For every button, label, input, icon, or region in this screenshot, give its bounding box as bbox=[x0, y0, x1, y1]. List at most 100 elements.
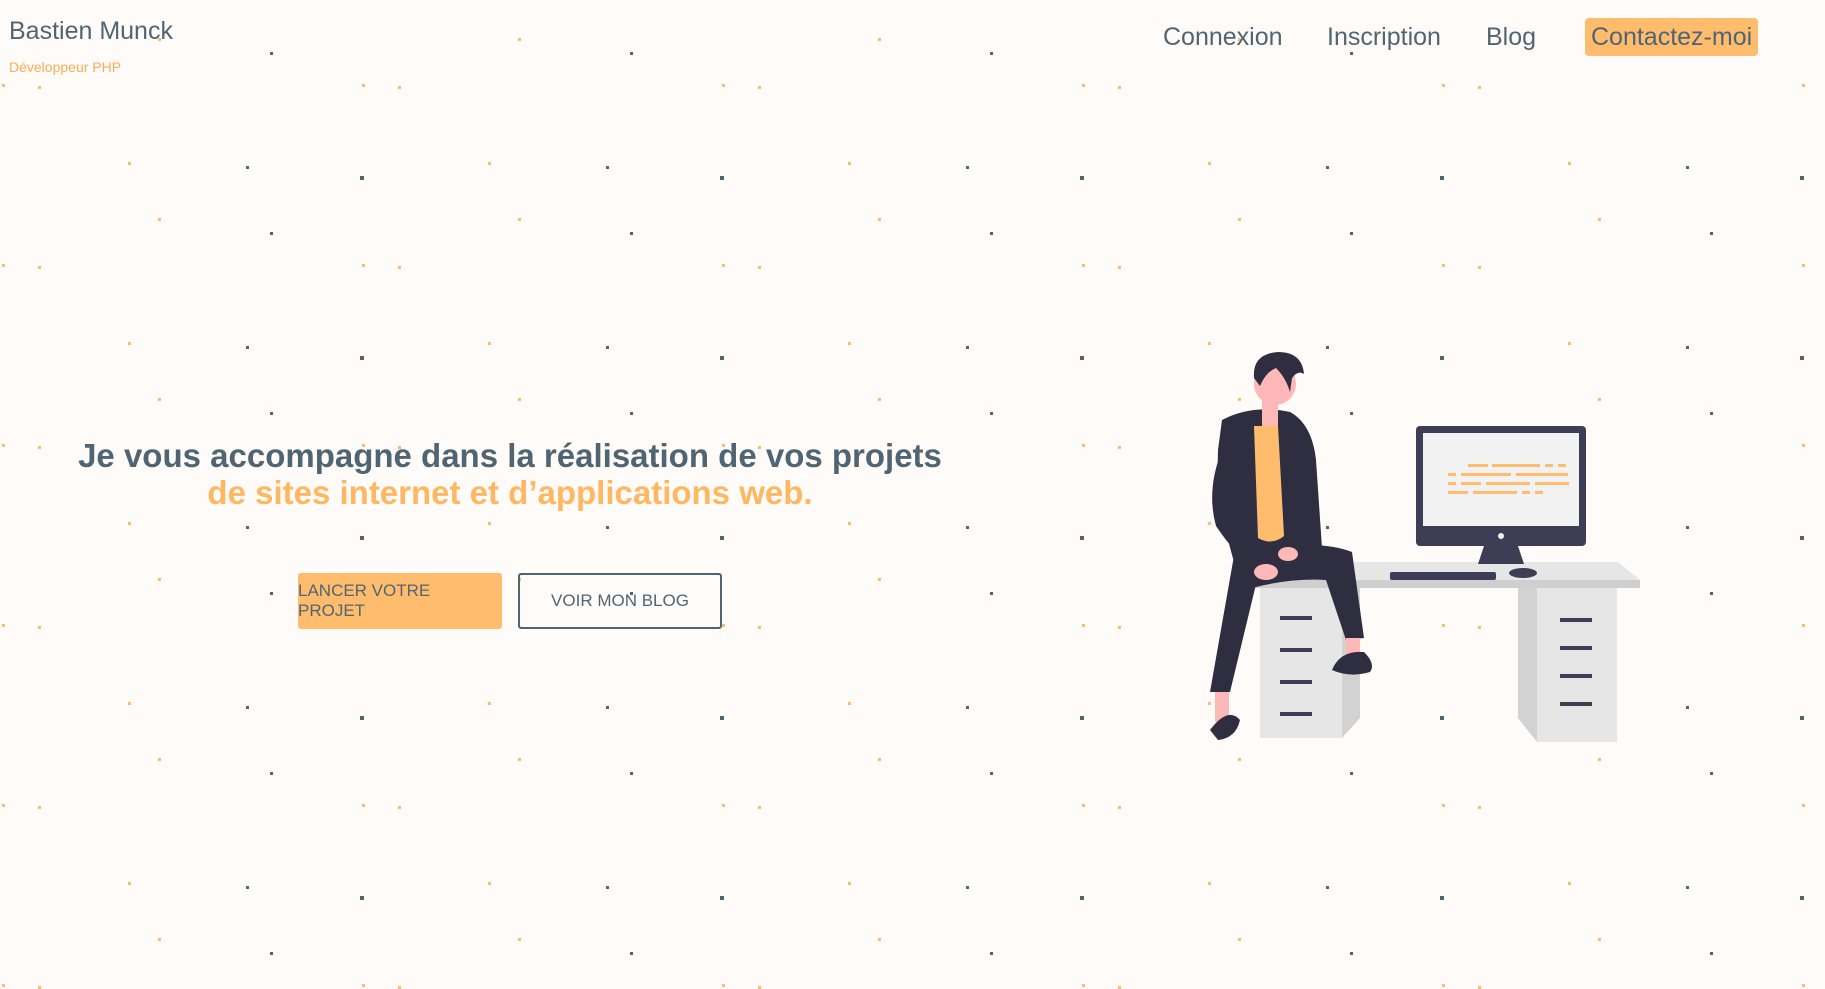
pattern-dot bbox=[360, 896, 364, 900]
pattern-dot bbox=[630, 412, 633, 415]
pattern-dot bbox=[246, 346, 249, 349]
pattern-dot bbox=[1802, 444, 1805, 447]
hero-headline: Je vous accompagne dans la réalisation d… bbox=[60, 437, 960, 511]
pattern-dot bbox=[246, 526, 249, 529]
nav-link-connexion[interactable]: Connexion bbox=[1163, 18, 1283, 56]
pattern-dot bbox=[1238, 938, 1241, 941]
pattern-dot bbox=[990, 412, 993, 415]
pattern-dot bbox=[1080, 356, 1084, 360]
nav-link-blog[interactable]: Blog bbox=[1486, 18, 1536, 56]
pattern-dot bbox=[630, 952, 633, 955]
pattern-dot bbox=[606, 886, 609, 889]
pattern-dot bbox=[246, 886, 249, 889]
pattern-dot bbox=[758, 266, 761, 269]
pattern-dot bbox=[722, 84, 725, 87]
pattern-dot bbox=[128, 342, 131, 345]
pattern-dot bbox=[1800, 356, 1804, 360]
pattern-dot bbox=[1686, 346, 1689, 349]
pattern-dot bbox=[1800, 716, 1804, 720]
pattern-dot bbox=[1568, 162, 1571, 165]
pattern-dot bbox=[38, 806, 41, 809]
pattern-dot bbox=[1080, 896, 1084, 900]
pattern-dot bbox=[878, 938, 881, 941]
pattern-dot bbox=[398, 266, 401, 269]
pattern-dot bbox=[878, 578, 881, 581]
pattern-dot bbox=[1478, 266, 1481, 269]
pattern-dot bbox=[1082, 444, 1085, 447]
pattern-dot bbox=[848, 702, 851, 705]
pattern-dot bbox=[720, 356, 724, 360]
pattern-dot bbox=[606, 526, 609, 529]
developer-desk-illustration bbox=[1210, 352, 1640, 742]
pattern-dot bbox=[398, 806, 401, 809]
pattern-dot bbox=[848, 342, 851, 345]
pattern-dot bbox=[270, 772, 273, 775]
pattern-dot bbox=[1350, 952, 1353, 955]
pattern-dot bbox=[1082, 84, 1085, 87]
pattern-dot bbox=[1442, 264, 1445, 267]
pattern-dot bbox=[1442, 84, 1445, 87]
pattern-dot bbox=[758, 86, 761, 89]
nav-link-inscription[interactable]: Inscription bbox=[1327, 18, 1441, 56]
pattern-dot bbox=[518, 758, 521, 761]
pattern-dot bbox=[1080, 176, 1084, 180]
hero-headline-main: Je vous accompagne dans la réalisation d… bbox=[78, 437, 942, 474]
pattern-dot bbox=[488, 702, 491, 705]
pattern-dot bbox=[38, 446, 41, 449]
pattern-dot bbox=[848, 882, 851, 885]
pattern-dot bbox=[720, 176, 724, 180]
pattern-dot bbox=[606, 346, 609, 349]
pattern-dot bbox=[488, 342, 491, 345]
pattern-dot bbox=[1710, 772, 1713, 775]
pattern-dot bbox=[1802, 84, 1805, 87]
pattern-dot bbox=[966, 166, 969, 169]
pattern-dot bbox=[488, 522, 491, 525]
pattern-dot bbox=[362, 804, 365, 807]
pattern-dot bbox=[720, 536, 724, 540]
view-blog-button[interactable]: VOIR MON BLOG bbox=[518, 573, 722, 629]
pattern-dot bbox=[158, 758, 161, 761]
pattern-dot bbox=[722, 804, 725, 807]
pattern-dot bbox=[758, 806, 761, 809]
pattern-dot bbox=[1686, 526, 1689, 529]
pattern-dot bbox=[488, 162, 491, 165]
pattern-dot bbox=[1326, 166, 1329, 169]
pattern-dot bbox=[38, 266, 41, 269]
pattern-dot bbox=[360, 536, 364, 540]
mouse bbox=[1509, 568, 1537, 578]
pattern-dot bbox=[362, 984, 365, 987]
pattern-dot bbox=[1800, 536, 1804, 540]
pattern-dot bbox=[1118, 626, 1121, 629]
pattern-dot bbox=[488, 882, 491, 885]
pattern-dot bbox=[758, 626, 761, 629]
pattern-dot bbox=[1118, 806, 1121, 809]
pattern-dot bbox=[128, 162, 131, 165]
pattern-dot bbox=[848, 162, 851, 165]
pattern-dot bbox=[1686, 166, 1689, 169]
pattern-dot bbox=[128, 702, 131, 705]
pattern-dot bbox=[1800, 896, 1804, 900]
pattern-dot bbox=[990, 232, 993, 235]
pattern-dot bbox=[158, 578, 161, 581]
pattern-dot bbox=[158, 938, 161, 941]
pattern-dot bbox=[878, 218, 881, 221]
pattern-dot bbox=[360, 356, 364, 360]
pattern-dot bbox=[1442, 804, 1445, 807]
pattern-dot bbox=[158, 218, 161, 221]
pattern-dot bbox=[518, 938, 521, 941]
pattern-dot bbox=[1082, 804, 1085, 807]
pattern-dot bbox=[990, 772, 993, 775]
pattern-dot bbox=[360, 176, 364, 180]
pattern-dot bbox=[362, 264, 365, 267]
pattern-dot bbox=[722, 624, 725, 627]
main-nav: Connexion Inscription Blog Contactez-moi bbox=[0, 18, 1825, 58]
pattern-dot bbox=[2, 984, 5, 987]
launch-project-button[interactable]: LANCER VOTRE PROJET bbox=[298, 573, 502, 629]
pattern-dot bbox=[1080, 716, 1084, 720]
desk-right-cabinet bbox=[1537, 588, 1617, 742]
pattern-dot bbox=[1710, 592, 1713, 595]
pattern-dot bbox=[1598, 218, 1601, 221]
pattern-dot bbox=[362, 84, 365, 87]
pattern-dot bbox=[606, 706, 609, 709]
contact-button[interactable]: Contactez-moi bbox=[1585, 18, 1759, 56]
